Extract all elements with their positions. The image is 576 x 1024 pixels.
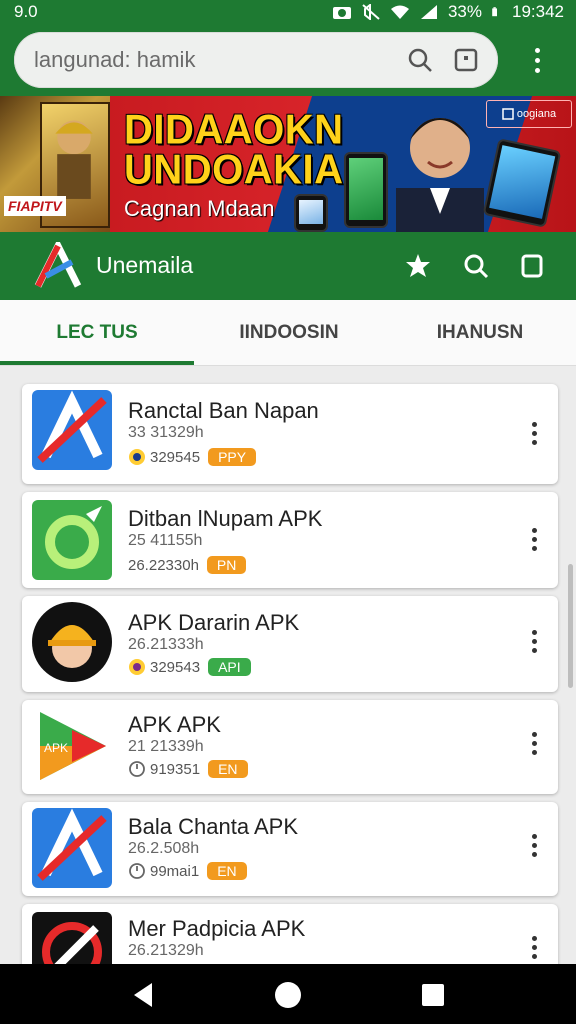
- recents-icon[interactable]: [418, 980, 448, 1010]
- back-icon[interactable]: [128, 980, 158, 1010]
- brand-tag: oogiana: [486, 100, 572, 128]
- app-size: 26.21333h: [128, 636, 204, 653]
- app-name: APK Dararin APK: [128, 610, 300, 635]
- tab-ihanusn[interactable]: IHANUSN: [384, 300, 576, 366]
- app-size: 33 31329h: [128, 424, 204, 441]
- list-item[interactable]: Ranctal Ban Napan 33 31329h 329545 PPY: [22, 384, 558, 484]
- banner-subtitle: Cagnan Mdaan: [124, 196, 275, 221]
- list-item[interactable]: Mer Padpicia APK 26.21329h: [22, 904, 558, 966]
- app-badge: PN: [206, 556, 247, 574]
- app-header: Unemaila: [0, 232, 576, 300]
- phone-graphic-2: [294, 194, 328, 232]
- app-size: 25 41155h: [128, 532, 203, 549]
- bookmark-icon[interactable]: [518, 252, 546, 280]
- system-nav-bar: [0, 964, 576, 1024]
- home-icon[interactable]: [273, 980, 303, 1010]
- banner-title-line2: UNDOAKIA: [124, 146, 344, 194]
- app-name: APK APK: [128, 712, 221, 737]
- more-options-icon[interactable]: [524, 626, 544, 656]
- more-options-icon[interactable]: [524, 728, 544, 758]
- app-meta: 99mai1 EN: [128, 862, 247, 880]
- more-options-icon[interactable]: [524, 932, 544, 962]
- signal-icon: [420, 5, 437, 19]
- mute-icon: [362, 4, 380, 20]
- list-item[interactable]: APK Dararin APK 26.21333h 329543 API: [22, 596, 558, 692]
- clock-icon: [129, 863, 145, 879]
- app-name: Ditban lNupam APK: [128, 506, 323, 531]
- app-title: Unemaila: [96, 252, 194, 278]
- search-icon[interactable]: [462, 252, 490, 280]
- shield-icon: [129, 449, 145, 465]
- battery-percent: 33%: [447, 2, 482, 21]
- presenter-image: [390, 96, 490, 232]
- app-badge: API: [208, 658, 251, 676]
- star-icon[interactable]: [404, 252, 432, 280]
- app-size: 26.21329h: [128, 942, 204, 959]
- app-badge: EN: [208, 760, 248, 778]
- shield-icon: [129, 659, 145, 675]
- app-logo-icon: [34, 242, 82, 288]
- tab-lec-tus[interactable]: LEC TUS: [0, 300, 194, 366]
- app-meta: 26.22330h PN: [128, 556, 247, 574]
- list-item[interactable]: Ditban lNupam APK 25 41155h 26.22330h PN: [22, 492, 558, 588]
- app-meta: 919351 EN: [128, 760, 248, 778]
- app-badge: PPY: [208, 448, 257, 466]
- browser-toolbar: langunad: hamik: [0, 24, 576, 96]
- status-bar: 9.0 33% 19:342: [0, 0, 576, 24]
- list-item[interactable]: Bala Chanta APK 26.2.508h 99mai1 EN: [22, 802, 558, 896]
- app-size: 21 21339h: [128, 738, 204, 755]
- search-icon[interactable]: [406, 46, 434, 74]
- app-name: Mer Padpicia APK: [128, 916, 306, 941]
- tab-iindoosin[interactable]: IINDOOSIN: [194, 300, 384, 366]
- status-time-left: 9.0: [14, 2, 38, 21]
- app-badge: EN: [207, 862, 247, 880]
- box-label: FIAPITV: [4, 196, 66, 216]
- app-icon: [32, 500, 112, 580]
- app-size: 26.2.508h: [128, 840, 200, 857]
- clock-icon: [129, 761, 145, 777]
- app-list: Ranctal Ban Napan 33 31329h 329545 PPY D…: [0, 366, 576, 966]
- address-bar[interactable]: langunad: hamik: [14, 32, 498, 88]
- overflow-menu-icon[interactable]: [522, 40, 552, 80]
- more-options-icon[interactable]: [524, 418, 544, 448]
- url-text[interactable]: langunad: hamik: [34, 47, 406, 73]
- tab-switcher-icon[interactable]: [452, 46, 480, 74]
- app-name: Ranctal Ban Napan: [128, 398, 319, 423]
- wifi-icon: [390, 5, 409, 19]
- svg-text:APK: APK: [44, 741, 68, 755]
- app-name: Bala Chanta APK: [128, 814, 299, 839]
- app-meta: 329545 PPY: [128, 448, 257, 466]
- brand-logo-icon: [502, 108, 514, 120]
- phone-graphic-1: [344, 152, 388, 228]
- app-icon: [32, 808, 112, 888]
- scrollbar[interactable]: [568, 564, 573, 688]
- more-options-icon[interactable]: [524, 830, 544, 860]
- app-meta: 329543 API: [128, 658, 251, 676]
- app-icon: APK: [32, 706, 112, 786]
- camera-icon: [332, 7, 351, 19]
- active-tab-indicator: [0, 361, 194, 365]
- list-item[interactable]: APK APK APK 21 21339h 919351 EN: [22, 700, 558, 794]
- app-icon: [32, 912, 112, 966]
- battery-icon: [492, 7, 497, 17]
- more-options-icon[interactable]: [524, 524, 544, 554]
- app-icon: [32, 390, 112, 470]
- status-clock: 19:342: [512, 2, 564, 21]
- app-icon: [32, 602, 112, 682]
- category-tabs: LEC TUS IINDOOSIN IHANUSN: [0, 300, 576, 366]
- soldier-figure-icon: [55, 120, 93, 199]
